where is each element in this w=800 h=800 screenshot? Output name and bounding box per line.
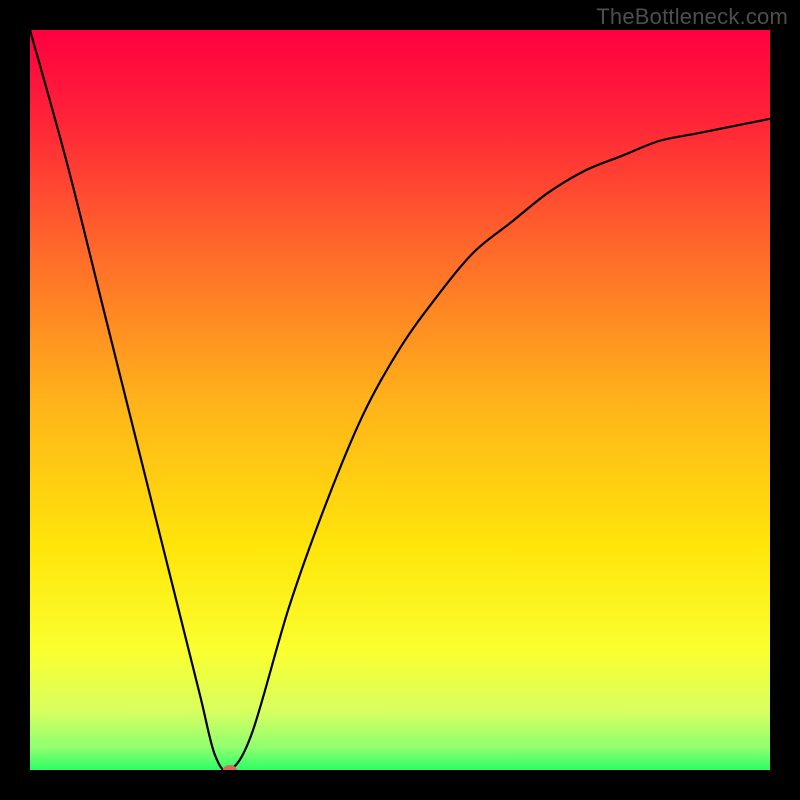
plot-area [30,30,770,770]
chart-frame: TheBottleneck.com [0,0,800,800]
chart-svg [30,30,770,770]
watermark-text: TheBottleneck.com [596,4,788,30]
